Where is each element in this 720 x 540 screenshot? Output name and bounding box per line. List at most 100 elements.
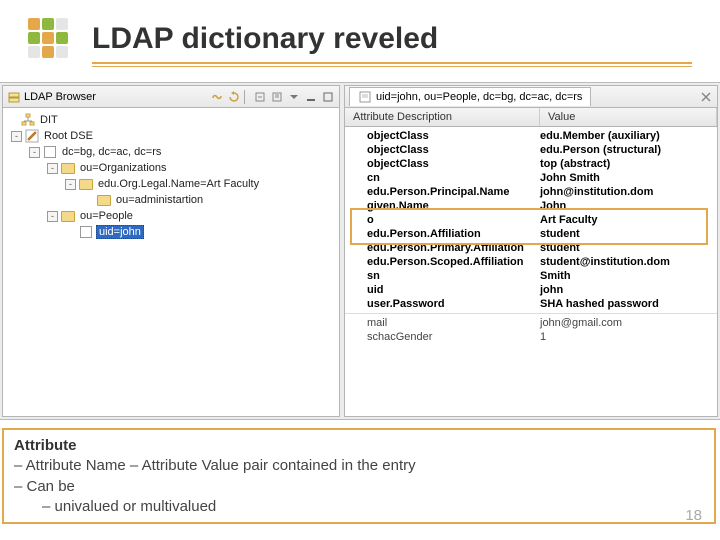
table-row[interactable]: given.NameJohn (345, 199, 717, 213)
menu-dropdown-icon[interactable] (287, 90, 301, 104)
table-row[interactable]: oArt Faculty (345, 213, 717, 227)
attr-value: john@gmail.com (540, 317, 717, 329)
tree-root[interactable]: DIT (5, 112, 337, 128)
tree-icon (21, 113, 35, 127)
attr-value: student@institution.dom (540, 256, 717, 268)
tree-label: dc=bg, dc=ac, dc=rs (60, 146, 163, 158)
table-row[interactable]: uidjohn (345, 283, 717, 297)
attr-name: objectClass (345, 158, 540, 170)
attr-value: john (540, 284, 717, 296)
attr-name: user.Password (345, 298, 540, 310)
collapse-icon[interactable] (253, 90, 267, 104)
table-row[interactable]: objectClasstop (abstract) (345, 157, 717, 171)
table-row[interactable]: schacGender1 (345, 330, 717, 344)
title-underline (92, 62, 692, 67)
table-row[interactable]: mailjohn@gmail.com (345, 316, 717, 330)
link-icon[interactable] (210, 90, 224, 104)
attr-value: SHA hashed password (540, 298, 717, 310)
filter-icon[interactable] (270, 90, 284, 104)
server-icon (7, 90, 21, 104)
folder-icon (61, 161, 75, 175)
attr-value: Art Faculty (540, 214, 717, 226)
editor-tabbar: uid=john, ou=People, dc=bg, dc=ac, dc=rs (345, 86, 717, 108)
attr-name: schacGender (345, 331, 540, 343)
note-line: – Can be (14, 477, 704, 497)
note-heading: Attribute (14, 436, 704, 456)
folder-icon (61, 209, 75, 223)
ldap-app: LDAP Browser (0, 82, 720, 420)
ldap-tree[interactable]: DIT - Root DSE - dc=bg, dc=ac, dc=rs - (3, 108, 339, 416)
note-line: – Attribute Name – Attribute Value pair … (14, 456, 704, 476)
expand-toggle[interactable]: - (11, 131, 22, 142)
tree-orgs[interactable]: - ou=Organizations (5, 160, 337, 176)
tree-people[interactable]: - ou=People (5, 208, 337, 224)
folder-icon (79, 177, 93, 191)
attr-value: john@institution.dom (540, 186, 717, 198)
table-row[interactable]: edu.Person.Primary.Affiliationstudent (345, 241, 717, 255)
attr-name: objectClass (345, 130, 540, 142)
entry-editor-pane: uid=john, ou=People, dc=bg, dc=ac, dc=rs… (344, 85, 718, 417)
attr-value: student (540, 228, 717, 240)
table-row[interactable]: cnJohn Smith (345, 171, 717, 185)
attr-name: edu.Person.Affiliation (345, 228, 540, 240)
tree-dc[interactable]: - dc=bg, dc=ac, dc=rs (5, 144, 337, 160)
attr-name: uid (345, 284, 540, 296)
browser-pane-title: LDAP Browser (24, 91, 96, 103)
slide-title: LDAP dictionary reveled (92, 22, 438, 56)
tree-label: ou=People (78, 210, 135, 222)
col-value[interactable]: Value (540, 108, 717, 126)
table-header: Attribute Description Value (345, 108, 717, 127)
refresh-icon[interactable] (227, 90, 241, 104)
table-row[interactable]: objectClassedu.Member (auxiliary) (345, 129, 717, 143)
attr-value: student (540, 242, 717, 254)
attr-value: Smith (540, 270, 717, 282)
attr-value: edu.Person (structural) (540, 144, 717, 156)
expand-toggle[interactable]: - (47, 211, 58, 222)
attr-name: cn (345, 172, 540, 184)
tree-label: edu.Org.Legal.Name=Art Faculty (96, 178, 261, 190)
ldap-browser-pane: LDAP Browser (2, 85, 340, 417)
expand-toggle[interactable]: - (47, 163, 58, 174)
editor-tab[interactable]: uid=john, ou=People, dc=bg, dc=ac, dc=rs (349, 87, 591, 106)
attr-value: John Smith (540, 172, 717, 184)
note-line: – univalued or multivalued (14, 497, 704, 517)
attr-name: given.Name (345, 200, 540, 212)
attr-value: edu.Member (auxiliary) (540, 130, 717, 142)
editor-tab-label: uid=john, ou=People, dc=bg, dc=ac, dc=rs (376, 91, 582, 103)
table-row[interactable]: edu.Person.Scoped.Affiliationstudent@ins… (345, 255, 717, 269)
tree-john[interactable]: uid=john (5, 224, 337, 240)
attr-name: mail (345, 317, 540, 329)
tree-admin[interactable]: ou=administartion (5, 192, 337, 208)
tree-artfaculty[interactable]: - edu.Org.Legal.Name=Art Faculty (5, 176, 337, 192)
entry-tab-icon (358, 90, 372, 104)
close-tab-icon[interactable] (699, 90, 713, 104)
entry-icon (79, 225, 93, 239)
attribute-table[interactable]: Attribute Description Value objectClasse… (345, 108, 717, 416)
attr-name: edu.Person.Scoped.Affiliation (345, 256, 540, 268)
minimize-icon[interactable] (304, 90, 318, 104)
attr-name: edu.Person.Primary.Affiliation (345, 242, 540, 254)
attr-value: top (abstract) (540, 158, 717, 170)
expand-toggle[interactable]: - (65, 179, 76, 190)
expand-toggle[interactable]: - (29, 147, 40, 158)
slide-logo (28, 18, 68, 58)
attr-value: 1 (540, 331, 717, 343)
table-row[interactable]: edu.Person.Principal.Namejohn@institutio… (345, 185, 717, 199)
tree-label: DIT (38, 114, 60, 126)
attr-name: objectClass (345, 144, 540, 156)
tree-label: Root DSE (42, 130, 95, 142)
table-row[interactable]: user.PasswordSHA hashed password (345, 297, 717, 311)
table-row[interactable]: objectClassedu.Person (structural) (345, 143, 717, 157)
toolbar-separator (244, 90, 250, 104)
tree-rootdse[interactable]: - Root DSE (5, 128, 337, 144)
page-number: 18 (685, 507, 702, 524)
browser-toolbar: LDAP Browser (3, 86, 339, 108)
tree-label: ou=administartion (114, 194, 205, 206)
table-row[interactable]: edu.Person.Affiliationstudent (345, 227, 717, 241)
maximize-icon[interactable] (321, 90, 335, 104)
attr-name: o (345, 214, 540, 226)
table-row[interactable]: snSmith (345, 269, 717, 283)
col-attribute[interactable]: Attribute Description (345, 108, 540, 126)
folder-icon (97, 193, 111, 207)
note-box: Attribute – Attribute Name – Attribute V… (2, 428, 716, 524)
